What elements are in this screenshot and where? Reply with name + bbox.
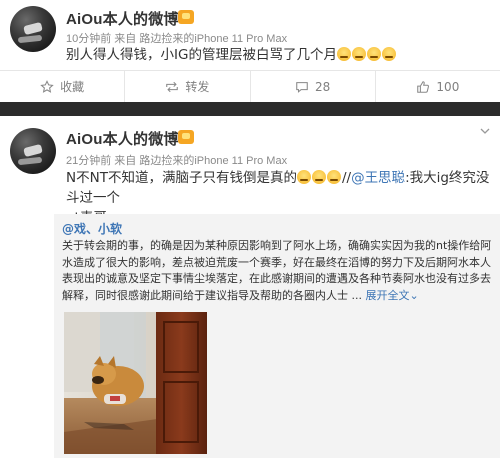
repost-username[interactable]: @戏、小软 xyxy=(62,220,122,237)
laugh-emoji-icon xyxy=(336,47,351,61)
like-count: 100 xyxy=(436,79,460,94)
post-action-bar: 收藏 转发 28 100 xyxy=(0,70,500,102)
laugh-emoji-icon xyxy=(381,47,396,61)
post-text-body: N不NT不知道，满脑子只有钱倒是真的 xyxy=(66,170,297,186)
post-meta: 10分钟前 来自 路边捡来的iPhone 11 Pro Max xyxy=(66,33,288,45)
favorite-label: 收藏 xyxy=(60,80,85,94)
repost-body: 关于转会期的事，的确是因为某种原因影响到了阿水上场，确确实实因为我的nt操作给阿… xyxy=(62,239,492,302)
mention-link[interactable]: @王思聪 xyxy=(351,170,405,186)
reposted-content[interactable]: @戏、小软 关于转会期的事，的确是因为某种原因影响到了阿水上场，确确实实因为我的… xyxy=(54,214,500,458)
repost-button[interactable]: 转发 xyxy=(125,71,251,102)
repost-text: 关于转会期的事，的确是因为某种原因影响到了阿水上场，确确实实因为我的nt操作给阿… xyxy=(62,238,492,304)
laugh-emoji-icon xyxy=(311,170,326,184)
avatar[interactable] xyxy=(10,128,56,174)
vip-badge-icon xyxy=(178,10,194,24)
post-text-body: 别人得人得钱，小IG的管理层被白骂了几个月 xyxy=(66,47,337,63)
thumbs-up-icon xyxy=(417,80,430,93)
post-meta: 21分钟前 来自 路边捡来的iPhone 11 Pro Max xyxy=(66,155,288,167)
laugh-emoji-icon xyxy=(326,170,341,184)
vip-badge-icon xyxy=(178,130,194,144)
post-text: 别人得人得钱，小IG的管理层被白骂了几个月 xyxy=(66,45,397,65)
weibo-post-1: AiOu本人的微博 10分钟前 来自 路边捡来的iPhone 11 Pro Ma… xyxy=(0,0,500,102)
repost-photo[interactable] xyxy=(64,312,207,454)
avatar[interactable] xyxy=(10,6,56,52)
chevron-down-icon[interactable] xyxy=(480,126,490,136)
expand-full-text-link[interactable]: 展开全文⌄ xyxy=(365,289,418,302)
username[interactable]: AiOu本人的微博 xyxy=(66,128,179,149)
repost-icon xyxy=(166,81,179,92)
comment-button[interactable]: 28 xyxy=(251,71,376,102)
expand-arrow-icon: ⌄ xyxy=(409,288,419,302)
weibo-post-2: AiOu本人的微博 21分钟前 来自 路边捡来的iPhone 11 Pro Ma… xyxy=(0,116,500,458)
repost-separator: // xyxy=(341,170,352,186)
star-icon xyxy=(40,79,54,93)
dog-photo-image xyxy=(64,312,207,454)
laugh-emoji-icon xyxy=(296,170,311,184)
comment-icon xyxy=(296,81,308,93)
laugh-emoji-icon xyxy=(351,47,366,61)
post-separator xyxy=(0,102,500,116)
expand-label: 展开全文 xyxy=(365,288,410,302)
like-button[interactable]: 100 xyxy=(376,71,500,102)
favorite-button[interactable]: 收藏 xyxy=(0,71,126,102)
comment-count: 28 xyxy=(314,79,331,94)
repost-label: 转发 xyxy=(185,80,210,94)
username[interactable]: AiOu本人的微博 xyxy=(66,8,179,29)
laugh-emoji-icon xyxy=(366,47,381,61)
